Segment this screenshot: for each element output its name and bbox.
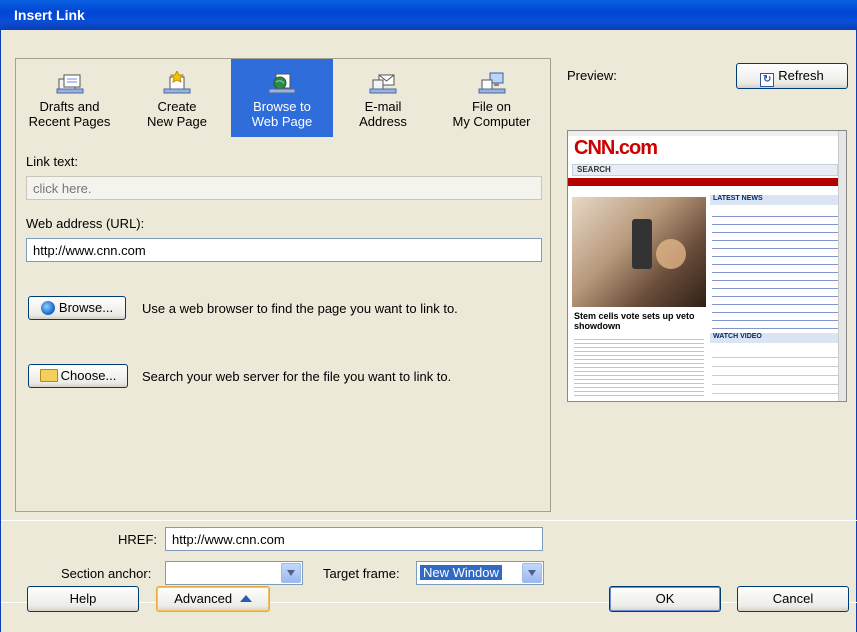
tab-label-line2: Address bbox=[359, 114, 407, 129]
help-label: Help bbox=[69, 591, 97, 606]
source-tabs: Drafts and Recent Pages Create New Page bbox=[16, 59, 550, 137]
browse-button[interactable]: Browse... bbox=[28, 296, 126, 320]
tab-label-line2: My Computer bbox=[452, 114, 531, 129]
preview-news-header: LATEST NEWS bbox=[710, 195, 838, 205]
chevron-down-icon[interactable] bbox=[522, 563, 542, 583]
preview-photo bbox=[572, 197, 706, 307]
link-text-label: Link text: bbox=[26, 154, 79, 169]
url-field[interactable] bbox=[26, 238, 542, 262]
tab-file-computer[interactable]: File on My Computer bbox=[433, 59, 550, 137]
target-frame-select[interactable]: New Window bbox=[416, 561, 544, 585]
section-anchor-select[interactable] bbox=[165, 561, 303, 585]
ok-label: OK bbox=[655, 591, 675, 606]
tab-label-line1: Drafts and bbox=[39, 99, 100, 114]
preview-photo-detail bbox=[632, 219, 652, 269]
target-frame-label: Target frame: bbox=[323, 566, 400, 581]
preview-topstrip bbox=[568, 131, 840, 136]
preview-latest-news: LATEST NEWS bbox=[713, 195, 763, 202]
browse-description: Use a web browser to find the page you w… bbox=[142, 301, 458, 316]
tab-label-line2: Recent Pages bbox=[28, 114, 111, 129]
link-text-field[interactable] bbox=[26, 176, 542, 200]
computer-icon bbox=[478, 72, 505, 94]
preview-search-label: SEARCH bbox=[577, 165, 611, 174]
title-bar: Insert Link bbox=[0, 0, 857, 30]
globe-icon bbox=[40, 301, 55, 315]
dialog-body: Drafts and Recent Pages Create New Page bbox=[0, 30, 857, 632]
window-title: Insert Link bbox=[14, 7, 85, 23]
tab-label-line1: File on bbox=[471, 99, 512, 114]
tab-drafts-recent[interactable]: Drafts and Recent Pages bbox=[16, 59, 123, 137]
folder-icon bbox=[39, 369, 58, 382]
expand-up-icon bbox=[239, 595, 252, 602]
tab-label-line1: Create bbox=[157, 99, 197, 114]
preview-headline: Stem cells vote sets up veto showdown bbox=[574, 311, 695, 331]
advanced-button[interactable]: Advanced bbox=[156, 586, 270, 612]
globe-page-icon bbox=[268, 73, 296, 94]
target-frame-value: New Window bbox=[420, 565, 502, 580]
preview-logo: CNN.com bbox=[574, 137, 658, 159]
preview-watch-video: WATCH VIDEO bbox=[713, 333, 762, 340]
preview-scrollbar[interactable] bbox=[838, 131, 846, 401]
preview-label: Preview: bbox=[567, 68, 617, 83]
choose-button[interactable]: Choose... bbox=[28, 364, 128, 388]
ok-button[interactable]: OK bbox=[609, 586, 721, 612]
tab-create-new[interactable]: Create New Page bbox=[123, 59, 231, 137]
tab-label-line2: New Page bbox=[147, 114, 207, 129]
help-button[interactable]: Help bbox=[27, 586, 139, 612]
new-page-icon bbox=[163, 71, 191, 94]
tab-email-address[interactable]: E-mail Address bbox=[333, 59, 433, 137]
separator-top bbox=[1, 520, 857, 521]
link-source-panel: Drafts and Recent Pages Create New Page bbox=[15, 58, 551, 512]
preview-video-header: WATCH VIDEO bbox=[710, 333, 838, 343]
refresh-label: Refresh bbox=[778, 68, 824, 83]
page-preview: CNN.com SEARCH Stem cells vote sets up v… bbox=[567, 130, 847, 402]
href-label: HREF: bbox=[118, 532, 157, 547]
choose-description: Search your web server for the file you … bbox=[142, 369, 452, 384]
preview-news-links bbox=[712, 211, 838, 329]
drafts-icon bbox=[56, 74, 83, 94]
browse-label: Browse... bbox=[58, 300, 114, 315]
tab-browse-web[interactable]: Browse to Web Page bbox=[231, 59, 333, 137]
tab-label-line1: Browse to bbox=[253, 99, 311, 114]
cancel-button[interactable]: Cancel bbox=[737, 586, 849, 612]
preview-navbar bbox=[568, 178, 840, 186]
chevron-down-icon[interactable] bbox=[281, 563, 301, 583]
email-icon bbox=[369, 74, 397, 94]
preview-searchbar: SEARCH bbox=[572, 164, 838, 176]
section-anchor-label: Section anchor: bbox=[61, 566, 152, 581]
advanced-label: Advanced bbox=[174, 591, 233, 606]
cancel-label: Cancel bbox=[772, 591, 814, 606]
tab-label-line1: E-mail bbox=[364, 99, 402, 114]
refresh-button[interactable]: ↻ Refresh bbox=[736, 63, 848, 89]
preview-photo-glove bbox=[656, 239, 686, 269]
refresh-icon: ↻ bbox=[760, 73, 775, 87]
preview-body-text bbox=[574, 336, 704, 396]
tab-label-line2: Web Page bbox=[251, 114, 313, 129]
choose-label: Choose... bbox=[60, 368, 117, 383]
href-field[interactable] bbox=[165, 527, 543, 551]
preview-video-list bbox=[712, 349, 838, 397]
url-label: Web address (URL): bbox=[26, 216, 145, 231]
